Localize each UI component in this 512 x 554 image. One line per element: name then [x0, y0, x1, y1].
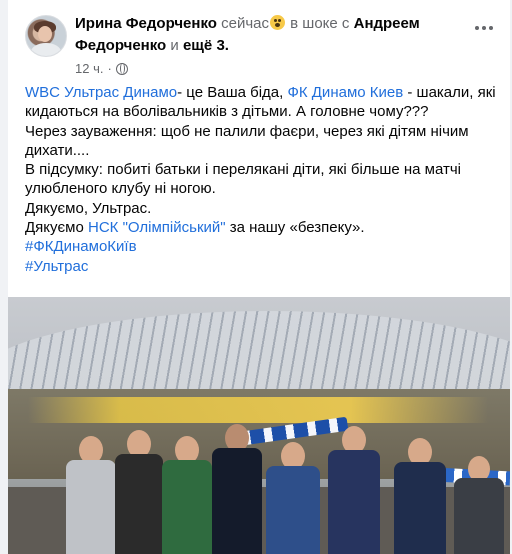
adult-figure [448, 456, 510, 554]
post-meta: 12 ч. · [75, 61, 128, 76]
child-figure [208, 424, 266, 554]
child-figure [390, 438, 450, 554]
now-label: сейчас [221, 15, 269, 32]
others-link[interactable]: ещё 3. [183, 37, 229, 54]
dot-separator: · [107, 61, 112, 76]
post-text-line: Через зауваження: щоб не палили фаєри, ч… [25, 122, 501, 161]
post-text-line: WBC Ультрас Динамо- це Ваша біда, ФК Дин… [25, 83, 501, 122]
child-figure [62, 436, 120, 554]
post-text-segment: - це Ваша біда, [177, 84, 288, 101]
post-text-segment: за нашу «безпеку». [225, 219, 365, 237]
post-link[interactable]: WBC Ультрас Динамо [25, 84, 177, 101]
feeling-label: в шоке с [290, 15, 350, 32]
post-photo[interactable] [8, 297, 510, 554]
child-figure [262, 442, 324, 554]
post-header: Ирина Федорченко сейчас в шоке с Андреем… [8, 0, 510, 84]
post-link[interactable]: #ФКДинамоКиїв [25, 238, 137, 255]
more-options-icon[interactable] [469, 16, 499, 40]
post-time[interactable]: 12 ч. [75, 61, 103, 76]
post-text-segment: Через зауваження: щоб не палили фаєри, ч… [25, 122, 469, 159]
shocked-face-emoji-icon [270, 15, 285, 30]
post-text-segment: Дякуємо, Ультрас. [25, 199, 152, 217]
child-figure [113, 430, 165, 554]
post-card: Ирина Федорченко сейчас в шоке с Андреем… [8, 0, 510, 554]
child-figure [159, 436, 215, 554]
post-text-segment: Дякуємо [25, 219, 88, 237]
author-name[interactable]: Ирина Федорченко [75, 15, 217, 32]
globe-icon[interactable] [115, 62, 128, 75]
post-link[interactable]: #Ультрас [25, 258, 88, 275]
author-avatar[interactable] [25, 15, 67, 57]
post-text: WBC Ультрас Динамо- це Ваша біда, ФК Дин… [25, 83, 501, 276]
post-link[interactable]: НСК "Олімпійський" [88, 219, 226, 236]
stadium-lights [28, 397, 488, 423]
post-text-line: В підсумку: побиті батьки і перелякані д… [25, 160, 501, 199]
child-figure [324, 426, 384, 554]
post-text-line: Дякуємо, Ультрас. [25, 199, 501, 218]
post-text-line: Дякуємо НСК "Олімпійський" за нашу «безп… [25, 218, 501, 237]
post-text-line: #ФКДинамоКиїв [25, 237, 501, 256]
post-text-segment: В підсумку: побиті батьки і перелякані д… [25, 161, 462, 198]
post-text-line: #Ультрас [25, 257, 501, 276]
and-label: и [170, 37, 179, 54]
post-title-line: Ирина Федорченко сейчас в шоке с Андреем… [75, 13, 455, 57]
post-link[interactable]: ФК Динамо Киев [287, 84, 403, 101]
